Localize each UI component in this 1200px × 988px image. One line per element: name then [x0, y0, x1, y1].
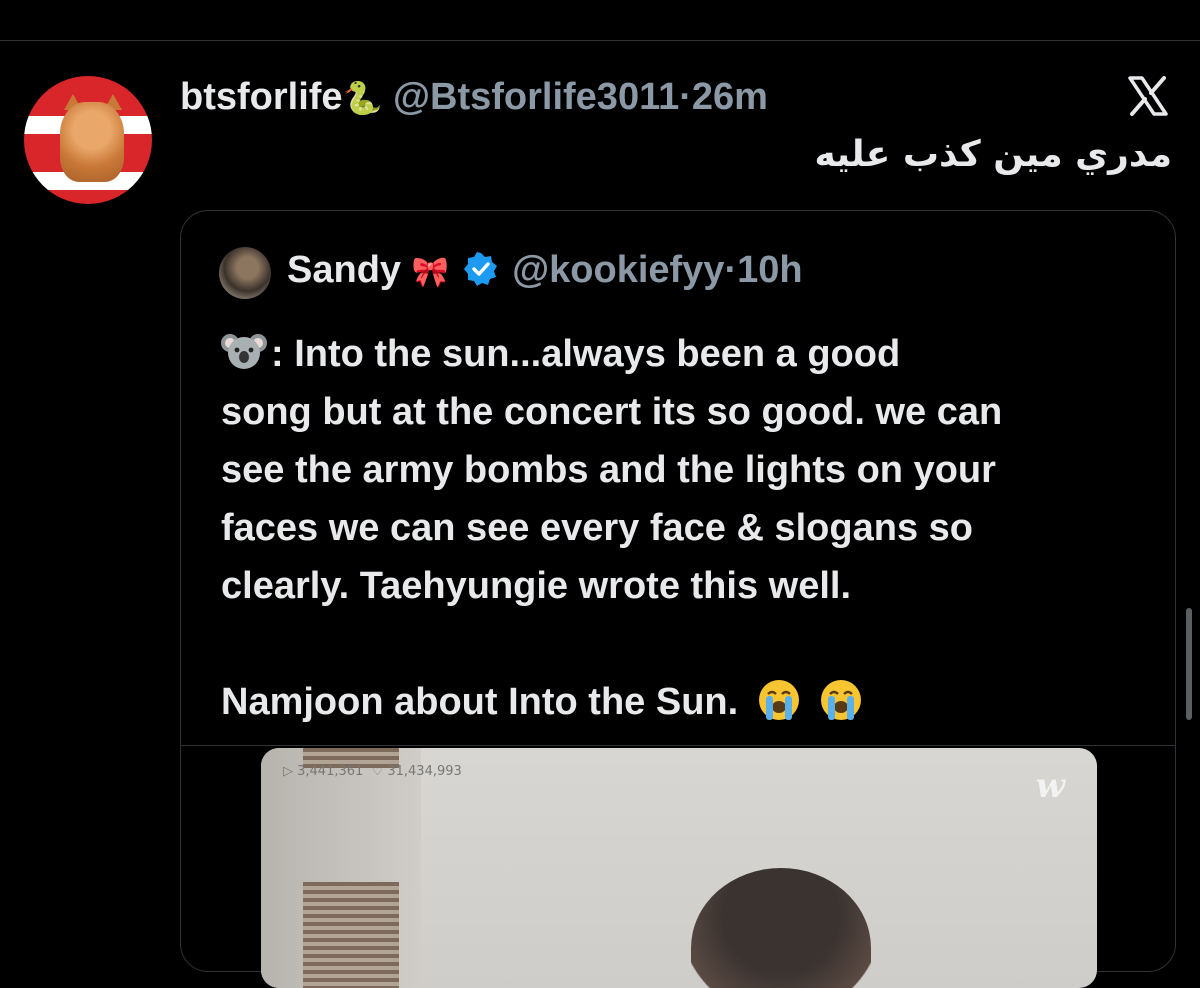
- snake-emoji: 🐍: [342, 80, 383, 116]
- ribbon-emoji: 🎀: [411, 256, 449, 289]
- loudly-crying-emoji-icon: [821, 680, 862, 720]
- video-plays: ▷ 3,441,361: [283, 764, 364, 779]
- verified-badge-icon: [463, 252, 497, 286]
- quoted-text-line: song but at the concert its so good. we …: [221, 391, 1003, 433]
- user-avatar[interactable]: [24, 76, 152, 204]
- display-name[interactable]: btsforlife: [180, 76, 343, 118]
- quoted-handle[interactable]: @kookiefyy: [512, 249, 724, 291]
- person-head: [691, 868, 871, 988]
- separator-dot: ·: [679, 76, 692, 118]
- post-header: btsforlife🐍 @Btsforlife3011·26m: [180, 76, 768, 119]
- media-divider: [181, 745, 1175, 746]
- quoted-header: Sandy 🎀 @kookiefyy·10h: [287, 249, 803, 292]
- quoted-text: : Into the sun...always been a good: [271, 333, 901, 375]
- quoted-text: Namjoon about Into the Sun.: [221, 681, 739, 723]
- quoted-avatar[interactable]: [219, 247, 271, 299]
- loudly-crying-emoji-icon: [758, 680, 799, 720]
- cat-image: [60, 102, 124, 182]
- video-likes: ♡ 31,434,993: [371, 764, 462, 779]
- quoted-body: : Into the sun...always been a good song…: [221, 325, 1151, 731]
- weverse-watermark: w: [1035, 766, 1065, 806]
- video-stats: ▷ 3,441,361 ♡ 31,434,993: [283, 764, 462, 779]
- quoted-display-name[interactable]: Sandy: [287, 249, 401, 291]
- scrollbar-thumb[interactable]: [1186, 608, 1192, 720]
- quoted-time[interactable]: 10h: [737, 249, 802, 291]
- quoted-text-line: faces we can see every face & slogans so: [221, 507, 973, 549]
- koala-emoji-icon: [221, 334, 267, 369]
- video-thumbnail[interactable]: ▷ 3,441,361 ♡ 31,434,993 w: [261, 748, 1097, 988]
- top-divider: [0, 40, 1200, 41]
- quoted-text-line: Namjoon about Into the Sun.: [221, 673, 1151, 731]
- post-text: مدري مين كذب عليه: [814, 134, 1172, 175]
- separator-dot: ·: [724, 249, 738, 291]
- x-logo-icon[interactable]: [1124, 72, 1172, 120]
- video-background-vent: [303, 882, 399, 988]
- quoted-text-line: : Into the sun...always been a good: [221, 325, 1151, 383]
- quoted-post-card[interactable]: Sandy 🎀 @kookiefyy·10h : Into the sun...…: [180, 210, 1176, 988]
- post-time[interactable]: 26m: [692, 76, 768, 118]
- user-handle[interactable]: @Btsforlife3011: [393, 76, 679, 118]
- quoted-text-line: see the army bombs and the lights on you…: [221, 449, 996, 491]
- quoted-text-line: clearly. Taehyungie wrote this well.: [221, 565, 852, 607]
